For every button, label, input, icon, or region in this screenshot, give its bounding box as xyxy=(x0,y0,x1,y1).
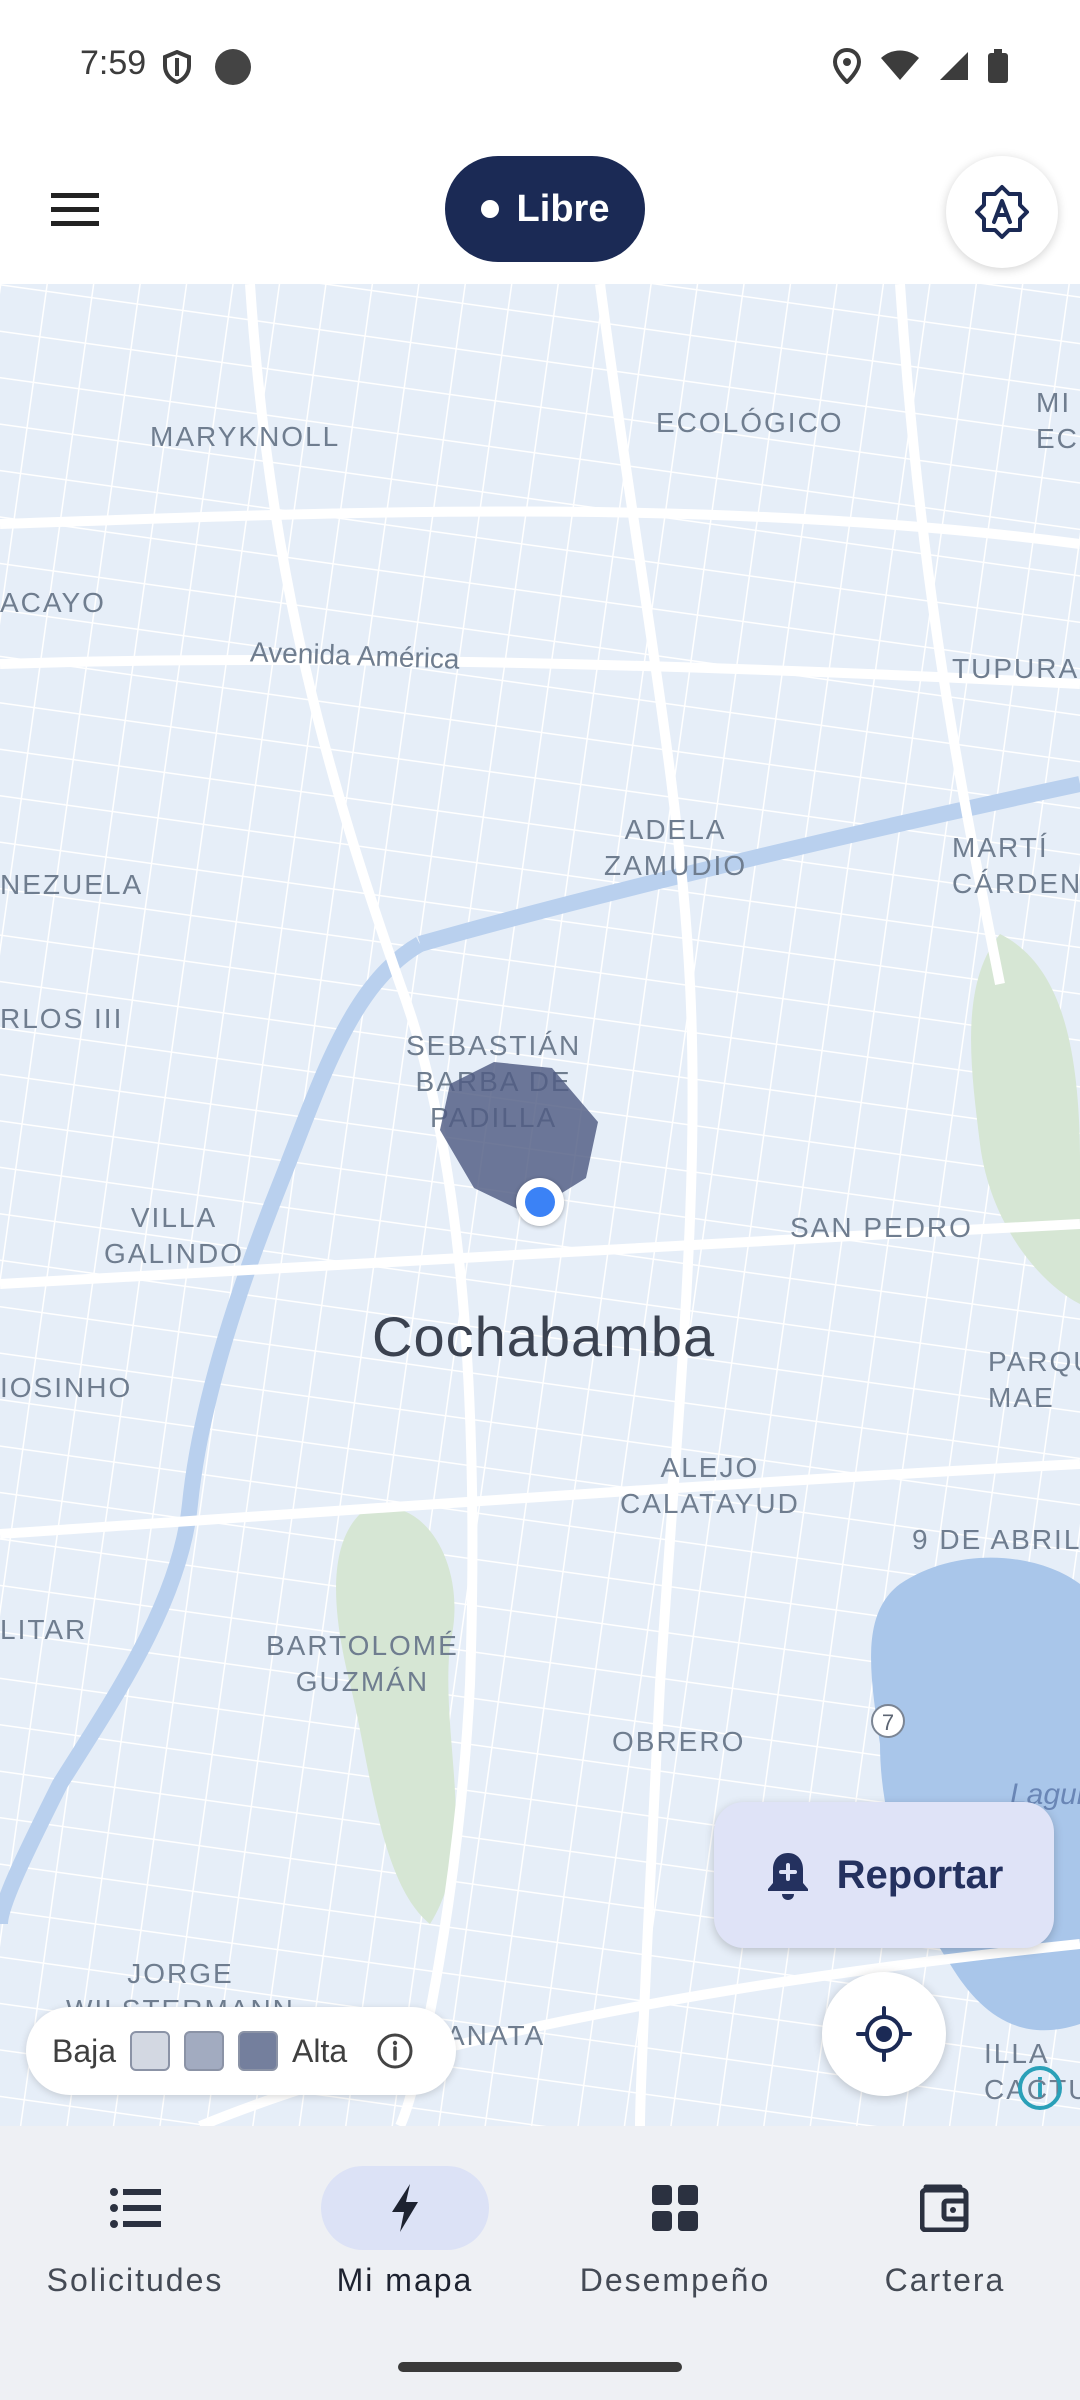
hamburger-menu-icon xyxy=(51,193,99,226)
nav-label: Mi mapa xyxy=(336,2262,474,2298)
nav-item-cartera[interactable]: Cartera xyxy=(810,2166,1080,2316)
menu-button[interactable] xyxy=(40,174,110,244)
report-button-label: Reportar xyxy=(836,1852,1004,1897)
report-button[interactable]: Reportar xyxy=(714,1802,1054,1948)
wifi-icon xyxy=(881,50,919,80)
neighborhood-label: OBRERO xyxy=(612,1726,746,1757)
route-shield: 7 xyxy=(882,1710,894,1735)
my-location-button[interactable] xyxy=(822,1972,946,2096)
nav-item-mi-mapa[interactable]: Mi mapa xyxy=(270,2166,540,2316)
neighborhood-label: BARTOLOMÉ GUZMÁN xyxy=(266,1630,459,1697)
top-app-bar: Libre xyxy=(0,136,1080,284)
neighborhood-label: PARQU MAE xyxy=(988,1346,1080,1413)
crosshair-icon xyxy=(856,2006,912,2062)
nav-item-solicitudes[interactable]: Solicitudes xyxy=(0,2166,270,2316)
nav-label: Desempeño xyxy=(579,2262,771,2298)
notification-dot-icon xyxy=(215,49,251,85)
neighborhood-label: ACAYO xyxy=(0,587,106,618)
neighborhood-label: LITAR xyxy=(0,1614,88,1645)
neighborhood-label: 9 DE ABRIL xyxy=(912,1524,1080,1555)
current-location-marker xyxy=(516,1178,564,1226)
legend-low-label: Baja xyxy=(52,2032,117,2069)
map-view[interactable]: 7 Laguna MARYKNOLL ECOLÓGICO MI ECO ACAY… xyxy=(0,284,1080,2126)
location-icon xyxy=(832,48,862,84)
driver-status-label: Libre xyxy=(516,187,610,230)
neighborhood-label: VILLA GALINDO xyxy=(104,1202,245,1269)
neighborhood-label: MARYKNOLL xyxy=(150,421,341,452)
info-icon[interactable] xyxy=(375,2031,415,2071)
legend-swatch-high xyxy=(238,2031,279,2071)
legend-high-label: Alta xyxy=(292,2032,348,2069)
neighborhood-label: ECOLÓGICO xyxy=(656,407,844,438)
battery-icon xyxy=(988,49,1008,83)
neighborhood-label: SAN PEDRO xyxy=(790,1212,973,1243)
neighborhood-label: MI ECO xyxy=(1036,387,1080,454)
status-bar: 7:59 xyxy=(0,0,1080,136)
status-time: 7:59 xyxy=(80,44,147,82)
signal-icon xyxy=(940,52,968,80)
demand-legend: Baja Alta xyxy=(26,2007,456,2095)
nav-label: Cartera xyxy=(884,2262,1006,2298)
neighborhood-label: NEZUELA xyxy=(0,869,144,900)
auto-brightness-button[interactable] xyxy=(946,156,1058,268)
city-label: Cochabamba xyxy=(372,1305,716,1368)
dashboard-icon xyxy=(652,2185,698,2231)
status-dot xyxy=(480,200,499,218)
neighborhood-label: MARTÍ CÁRDEN xyxy=(952,832,1080,899)
map-attribution-icon[interactable]: i xyxy=(1018,2066,1062,2110)
wallet-icon xyxy=(920,2184,969,2232)
legend-swatch-mid xyxy=(184,2031,225,2071)
neighborhood-label: ALEJO CALATAYUD xyxy=(620,1452,800,1519)
home-indicator[interactable] xyxy=(398,2362,682,2372)
legend-swatch-low xyxy=(130,2031,171,2071)
neighborhood-label: RLOS III xyxy=(0,1003,124,1034)
neighborhood-label: IOSINHO xyxy=(0,1372,133,1403)
bell-plus-icon xyxy=(767,1853,808,1900)
driver-status-toggle[interactable]: Libre xyxy=(445,156,645,262)
nav-item-desempeno[interactable]: Desempeño xyxy=(540,2166,810,2316)
neighborhood-label: TUPURA xyxy=(952,653,1080,684)
neighborhood-label: ANATA xyxy=(446,2020,546,2051)
nav-label: Solicitudes xyxy=(46,2262,224,2298)
bottom-navigation: Solicitudes Mi mapa Desempeño Cartera xyxy=(0,2126,1080,2400)
brightness-auto-icon xyxy=(975,185,1029,239)
list-icon xyxy=(110,2188,161,2228)
shield-icon xyxy=(163,50,191,84)
neighborhood-label: ADELA ZAMUDIO xyxy=(604,814,748,881)
bolt-icon xyxy=(392,2184,418,2232)
